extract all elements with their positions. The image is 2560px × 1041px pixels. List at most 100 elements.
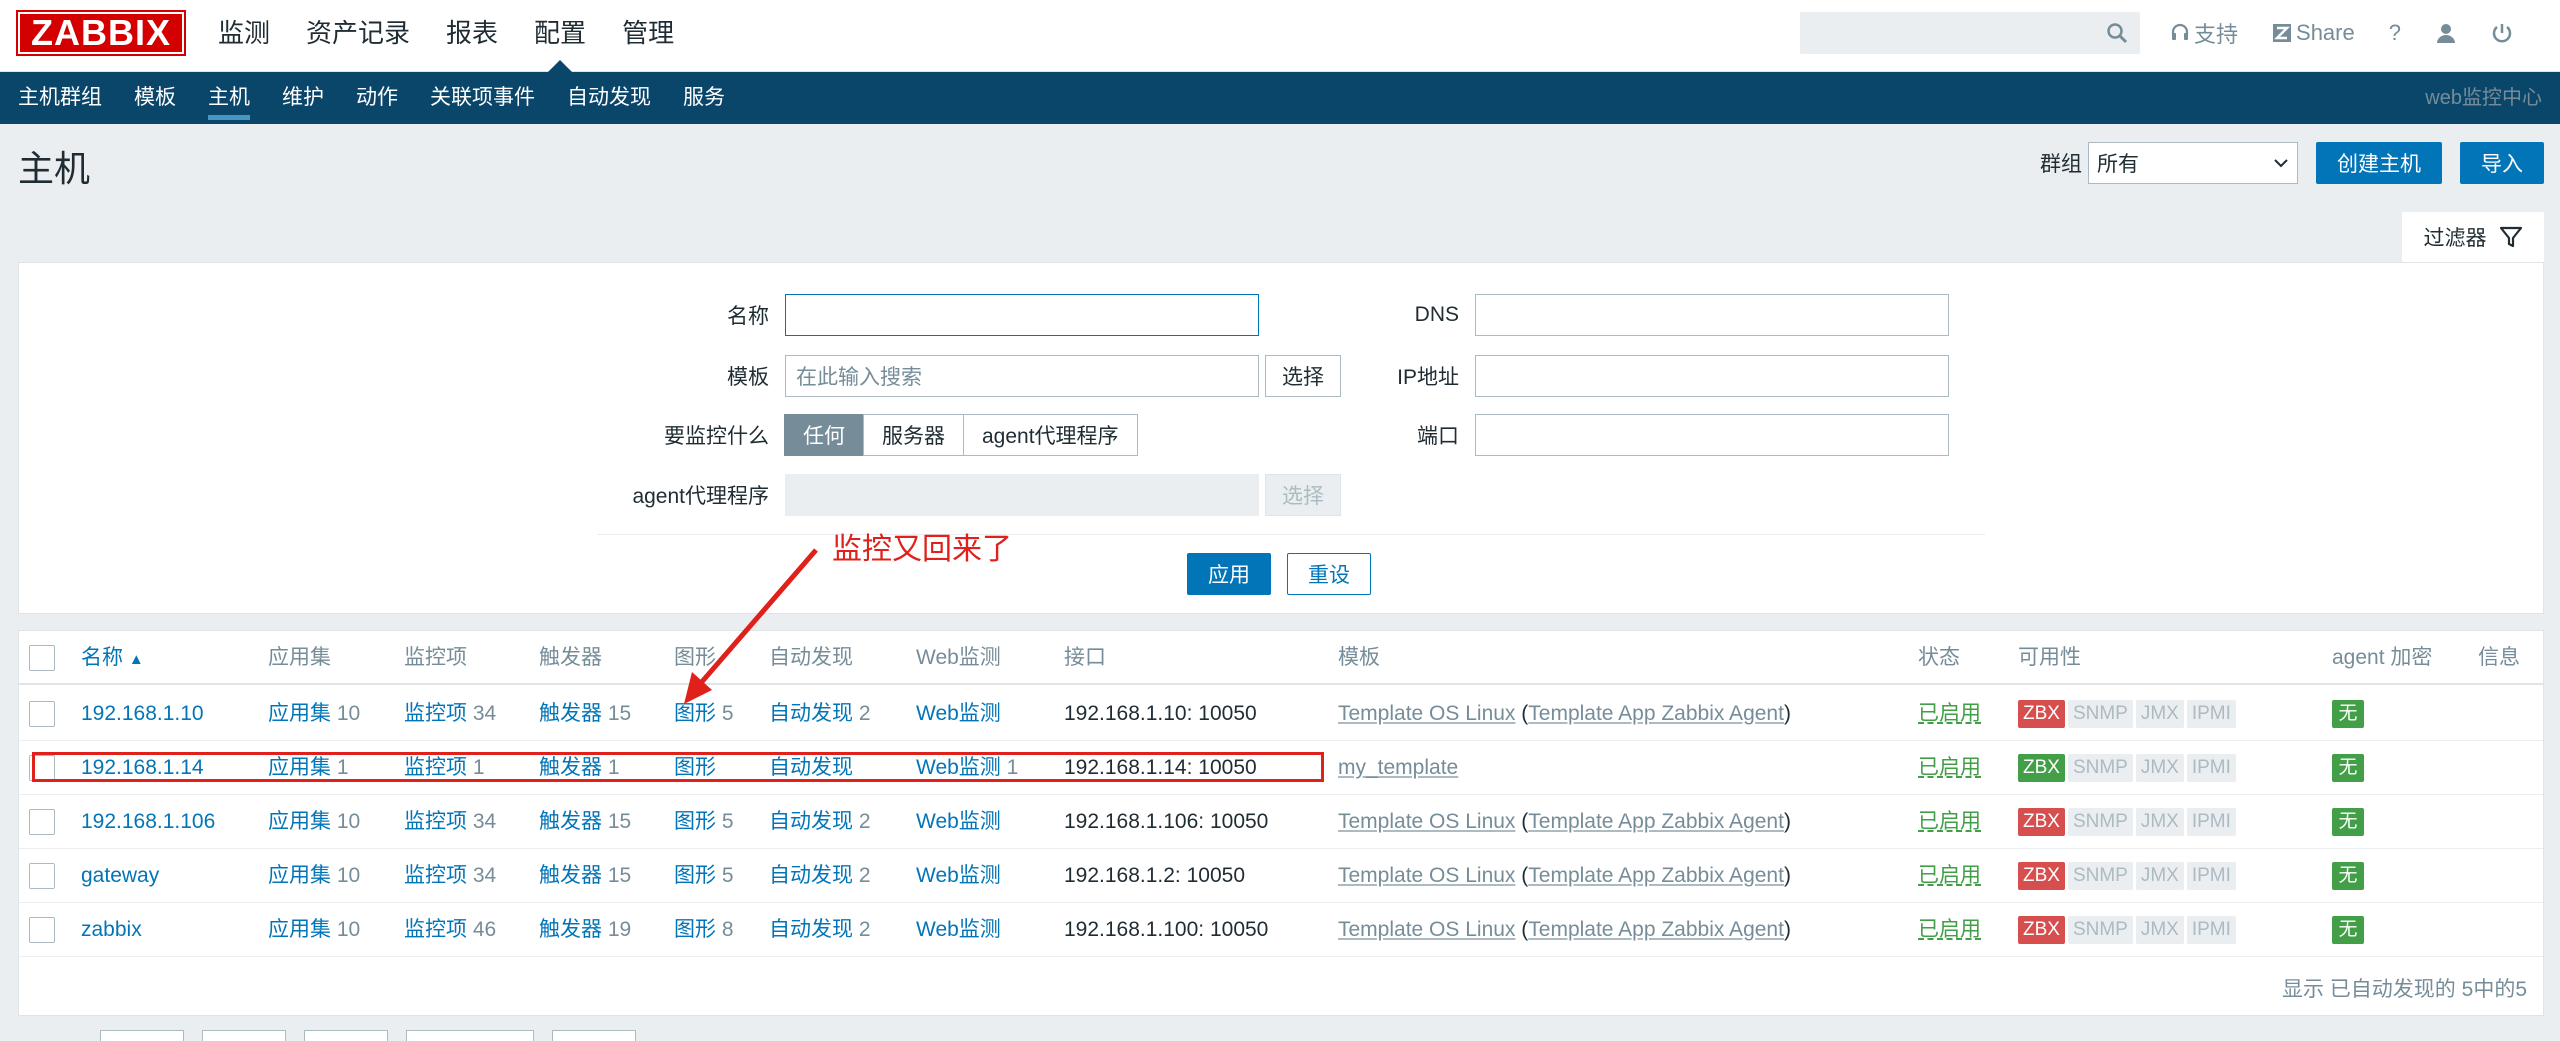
items-link[interactable]: 监控项 [404, 810, 467, 833]
items-link[interactable]: 监控项 [404, 756, 467, 779]
host-name-link[interactable]: 192.168.1.14 [81, 756, 204, 779]
submenu-maintenance[interactable]: 维护 [266, 72, 340, 124]
discovery-link[interactable]: 自动发现 [769, 864, 853, 887]
parent-template-link[interactable]: Template App Zabbix Agent [1528, 918, 1784, 941]
menu-inventory[interactable]: 资产记录 [288, 0, 428, 72]
submenu-event-correlation[interactable]: 关联项事件 [414, 72, 551, 124]
triggers-link[interactable]: 触发器 [539, 756, 602, 779]
status-toggle[interactable]: 已启用 [1918, 702, 1981, 725]
web-link[interactable]: Web监测 [916, 864, 1001, 887]
reset-button[interactable]: 重设 [1287, 553, 1371, 595]
template-link[interactable]: my_template [1338, 756, 1458, 779]
applications-link[interactable]: 应用集 [268, 864, 331, 887]
submenu-actions[interactable]: 动作 [340, 72, 414, 124]
monitor-option-proxy[interactable]: agent代理程序 [963, 414, 1138, 456]
graphs-link[interactable]: 图形 [674, 864, 716, 887]
triggers-link[interactable]: 触发器 [539, 864, 602, 887]
header-name[interactable]: 名称 ▲ [81, 631, 144, 687]
row-checkbox[interactable] [29, 701, 55, 727]
monitor-option-server[interactable]: 服务器 [863, 414, 964, 456]
parent-template-link[interactable]: Template App Zabbix Agent [1528, 810, 1784, 833]
template-link[interactable]: Template OS Linux [1338, 864, 1515, 887]
triggers-link[interactable]: 触发器 [539, 918, 602, 941]
web-link[interactable]: Web监测 [916, 918, 1001, 941]
graphs-link[interactable]: 图形 [674, 702, 716, 725]
items-link[interactable]: 监控项 [404, 702, 467, 725]
bottom-stub-4[interactable] [406, 1030, 534, 1041]
zabbix-logo[interactable]: ZABBIX [16, 10, 186, 56]
bottom-stub-5[interactable] [552, 1030, 636, 1041]
host-name-link[interactable]: gateway [81, 864, 159, 887]
dns-input[interactable] [1475, 294, 1949, 336]
graphs-link[interactable]: 图形 [674, 918, 716, 941]
support-link[interactable]: 支持 [2170, 17, 2238, 49]
help-link[interactable]: ? [2389, 20, 2401, 46]
monitor-option-any[interactable]: 任何 [784, 414, 864, 456]
host-name-link[interactable]: 192.168.1.106 [81, 810, 215, 833]
bottom-stub-2[interactable] [202, 1030, 286, 1041]
applications-link[interactable]: 应用集 [268, 756, 331, 779]
template-link[interactable]: Template OS Linux [1338, 810, 1515, 833]
submenu-services[interactable]: 服务 [667, 72, 741, 124]
web-link[interactable]: Web监测 [916, 756, 1001, 779]
profile-link[interactable] [2435, 22, 2457, 44]
create-host-button[interactable]: 创建主机 [2316, 142, 2442, 184]
applications-link[interactable]: 应用集 [268, 810, 331, 833]
status-toggle[interactable]: 已启用 [1918, 918, 1981, 941]
submenu-hosts[interactable]: 主机 [192, 72, 266, 124]
template-link[interactable]: Template OS Linux [1338, 918, 1515, 941]
status-toggle[interactable]: 已启用 [1918, 810, 1981, 833]
ip-input[interactable] [1475, 355, 1949, 397]
logout-link[interactable] [2491, 22, 2513, 44]
discovery-link[interactable]: 自动发现 [769, 810, 853, 833]
select-all-checkbox[interactable] [29, 645, 55, 671]
web-link[interactable]: Web监测 [916, 810, 1001, 833]
discovery-link[interactable]: 自动发现 [769, 918, 853, 941]
status-toggle[interactable]: 已启用 [1918, 756, 1981, 779]
template-search-input[interactable]: 在此输入搜索 [785, 355, 1259, 397]
triggers-link[interactable]: 触发器 [539, 702, 602, 725]
menu-administration[interactable]: 管理 [604, 0, 692, 72]
applications-count: 10 [336, 810, 361, 833]
search-icon[interactable] [2105, 21, 2129, 45]
name-input[interactable] [785, 294, 1259, 336]
row-checkbox[interactable] [29, 755, 55, 781]
items-link[interactable]: 监控项 [404, 864, 467, 887]
row-checkbox[interactable] [29, 917, 55, 943]
share-link[interactable]: Share [2272, 20, 2355, 46]
import-button[interactable]: 导入 [2460, 142, 2544, 184]
submenu-templates[interactable]: 模板 [118, 72, 192, 124]
bottom-stub-1[interactable] [100, 1030, 184, 1041]
port-input[interactable] [1475, 414, 1949, 456]
items-link[interactable]: 监控项 [404, 918, 467, 941]
filter-tab[interactable]: 过滤器 [2402, 212, 2544, 262]
host-name-link[interactable]: zabbix [81, 918, 142, 941]
applications-link[interactable]: 应用集 [268, 702, 331, 725]
template-link[interactable]: Template OS Linux [1338, 702, 1515, 725]
discovery-link[interactable]: 自动发现 [769, 702, 853, 725]
submenu-host-groups[interactable]: 主机群组 [2, 72, 118, 124]
row-checkbox[interactable] [29, 809, 55, 835]
status-toggle[interactable]: 已启用 [1918, 864, 1981, 887]
host-name-link[interactable]: 192.168.1.10 [81, 702, 204, 725]
header-status[interactable]: 状态 [1918, 631, 1960, 685]
ipmi-badge: IPMI [2186, 700, 2236, 728]
graphs-link[interactable]: 图形 [674, 810, 716, 833]
menu-reports[interactable]: 报表 [428, 0, 516, 72]
proxy-select-button: 选择 [1265, 474, 1341, 516]
apply-button[interactable]: 应用 [1187, 553, 1271, 595]
group-select[interactable]: 所有 [2088, 142, 2298, 184]
triggers-link[interactable]: 触发器 [539, 810, 602, 833]
bottom-stub-3[interactable] [304, 1030, 388, 1041]
parent-template-link[interactable]: Template App Zabbix Agent [1528, 864, 1784, 887]
parent-template-link[interactable]: Template App Zabbix Agent [1528, 702, 1784, 725]
submenu-discovery[interactable]: 自动发现 [551, 72, 667, 124]
web-link[interactable]: Web监测 [916, 702, 1001, 725]
graphs-link[interactable]: 图形 [674, 756, 716, 779]
menu-configuration[interactable]: 配置 [516, 0, 604, 72]
global-search-input[interactable] [1800, 12, 2140, 54]
menu-monitoring[interactable]: 监测 [200, 0, 288, 72]
discovery-link[interactable]: 自动发现 [769, 756, 853, 779]
applications-link[interactable]: 应用集 [268, 918, 331, 941]
row-checkbox[interactable] [29, 863, 55, 889]
